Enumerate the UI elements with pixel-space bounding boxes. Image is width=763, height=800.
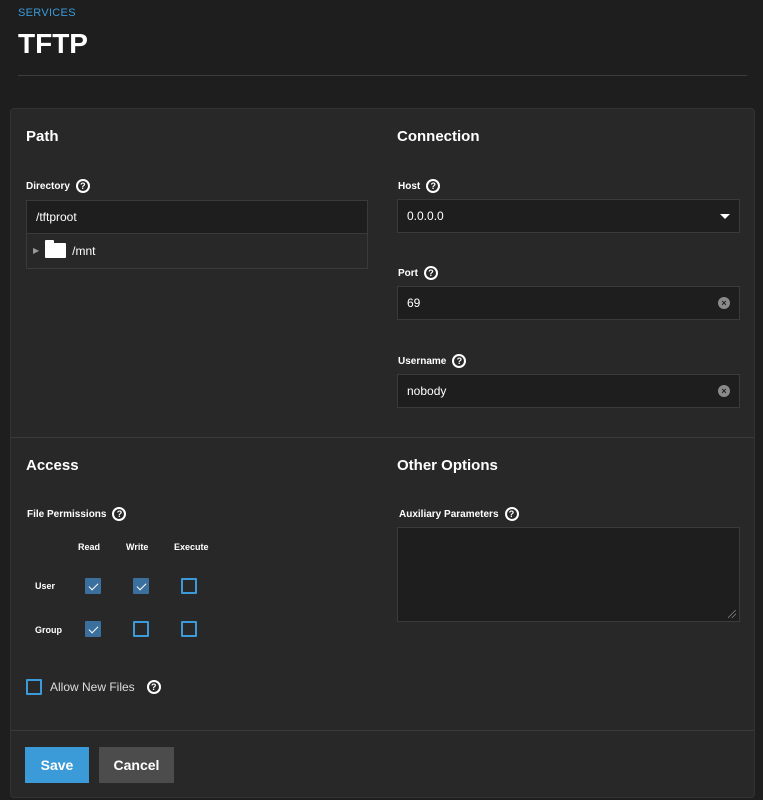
help-circle-icon[interactable]: ? bbox=[112, 507, 127, 521]
host-label: Host ? bbox=[398, 179, 441, 193]
user-read-checkbox[interactable] bbox=[85, 578, 101, 594]
user-execute-checkbox[interactable] bbox=[181, 578, 197, 594]
auxiliary-parameters-textarea[interactable] bbox=[397, 527, 740, 622]
page-title: TFTP bbox=[18, 28, 88, 59]
chevron-right-icon[interactable]: ▶ bbox=[33, 246, 39, 255]
allow-new-files-checkbox[interactable] bbox=[26, 679, 42, 695]
username-label-text: Username bbox=[398, 355, 447, 367]
perm-column-read: Read bbox=[78, 542, 101, 552]
port-label: Port ? bbox=[398, 266, 438, 280]
user-write-checkbox[interactable] bbox=[133, 578, 149, 594]
tftp-form-card: Path Directory ? /tftproot ▶ /mnt Connec… bbox=[10, 108, 755, 798]
cancel-button[interactable]: Cancel bbox=[99, 747, 174, 783]
directory-input-value: /tftproot bbox=[36, 210, 77, 224]
group-write-checkbox[interactable] bbox=[133, 621, 149, 637]
folder-icon bbox=[45, 240, 67, 258]
perm-row-group: Group bbox=[35, 625, 62, 635]
directory-tree[interactable]: ▶ /mnt bbox=[26, 233, 368, 269]
auxiliary-parameters-label-text: Auxiliary Parameters bbox=[399, 508, 499, 520]
section-divider bbox=[11, 437, 754, 438]
file-permissions-label: File Permissions ? bbox=[27, 507, 127, 521]
directory-input[interactable]: /tftproot bbox=[26, 200, 368, 234]
tree-node-mnt[interactable]: ▶ /mnt bbox=[33, 240, 96, 258]
help-circle-icon[interactable]: ? bbox=[426, 179, 441, 193]
directory-label-text: Directory bbox=[26, 180, 70, 192]
tree-node-label: /mnt bbox=[72, 243, 96, 258]
group-read-checkbox[interactable] bbox=[85, 621, 101, 637]
clear-circle-icon[interactable]: × bbox=[718, 297, 730, 309]
auxiliary-parameters-label: Auxiliary Parameters ? bbox=[399, 507, 519, 521]
group-execute-checkbox[interactable] bbox=[181, 621, 197, 637]
other-options-section-title: Other Options bbox=[397, 457, 498, 474]
port-input[interactable]: 69 × bbox=[397, 286, 740, 320]
title-divider bbox=[18, 75, 747, 76]
help-circle-icon[interactable]: ? bbox=[146, 680, 161, 694]
clear-circle-icon[interactable]: × bbox=[718, 385, 730, 397]
host-label-text: Host bbox=[398, 180, 421, 192]
perm-column-execute: Execute bbox=[174, 542, 209, 552]
directory-label: Directory ? bbox=[26, 179, 90, 193]
perm-row-user: User bbox=[35, 581, 56, 591]
host-select-value: 0.0.0.0 bbox=[407, 209, 444, 223]
help-circle-icon[interactable]: ? bbox=[452, 354, 467, 368]
username-input-value: nobody bbox=[407, 384, 447, 398]
allow-new-files-label-text[interactable]: Allow New Files bbox=[50, 680, 135, 694]
path-section-title: Path bbox=[26, 128, 59, 145]
host-select[interactable]: 0.0.0.0 bbox=[397, 199, 740, 233]
breadcrumb[interactable]: SERVICES bbox=[18, 7, 76, 19]
perm-column-write: Write bbox=[126, 542, 149, 552]
username-label: Username ? bbox=[398, 354, 467, 368]
resize-grip-icon[interactable] bbox=[728, 610, 736, 618]
port-label-text: Port bbox=[398, 267, 418, 279]
allow-new-files-label: Allow New Files ? bbox=[50, 680, 161, 694]
access-section-title: Access bbox=[26, 457, 79, 474]
section-divider bbox=[11, 730, 754, 731]
help-circle-icon[interactable]: ? bbox=[504, 507, 519, 521]
help-circle-icon[interactable]: ? bbox=[424, 266, 438, 280]
port-input-value: 69 bbox=[407, 296, 421, 310]
connection-section-title: Connection bbox=[397, 128, 480, 145]
help-circle-icon[interactable]: ? bbox=[75, 179, 90, 193]
file-permissions-label-text: File Permissions bbox=[27, 508, 107, 520]
username-input[interactable]: nobody × bbox=[397, 374, 740, 408]
caret-down-icon[interactable] bbox=[720, 213, 730, 219]
save-button[interactable]: Save bbox=[25, 747, 89, 783]
